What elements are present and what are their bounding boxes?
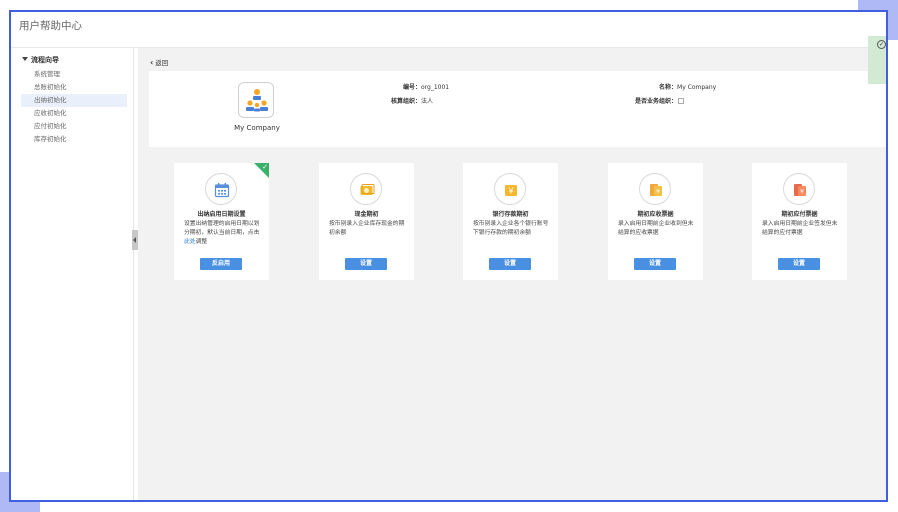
card-title: 现金期初 <box>354 211 379 218</box>
org-name-field: 名称：My Company <box>659 84 717 91</box>
card-title: 期初应收票据 <box>637 211 674 218</box>
sidebar-header-label: 流程向导 <box>31 56 59 64</box>
sidebar-item-inventory-init[interactable]: 库存初始化 <box>21 133 127 146</box>
card-title: 期初应付票据 <box>781 211 818 218</box>
svg-text:¥: ¥ <box>800 189 804 196</box>
svg-text:¥: ¥ <box>508 187 513 196</box>
bank-deposit-icon: ¥ <box>494 173 526 205</box>
check-circle-icon: ✓ <box>877 40 886 49</box>
cash-icon <box>350 173 382 205</box>
title-bar: 用户帮助中心 <box>11 12 886 48</box>
card-cash-opening: 现金期初 按币别录入企业库存现金的期初余额 设置 <box>319 163 414 280</box>
sidebar-item-cashier-init[interactable]: 出纳初始化 <box>21 94 127 107</box>
company-name: My Company <box>234 124 280 132</box>
accounting-org-field: 核算组织：法人 <box>391 98 434 105</box>
card-cashier-start-date: ✓ 出纳启用日期设置 设置出纳管理的启用日期以划分期初，默认当前日期，点击此处调… <box>174 163 269 280</box>
adjust-date-link[interactable]: 此处 <box>184 239 196 245</box>
org-code-field: 编号：org_1001 <box>403 84 450 91</box>
card-payable-bills: ¥ 期初应付票据 录入启用日期前企业签发但未结算的应付票据 设置 <box>752 163 847 280</box>
back-link[interactable]: ‹ 返回 <box>150 57 168 67</box>
back-label: 返回 <box>155 59 169 67</box>
check-icon: ✓ <box>262 163 268 171</box>
settings-button[interactable]: 设置 <box>778 258 820 270</box>
card-description: 按币别录入企业各个银行账号下银行存款的期初余额 <box>473 221 549 236</box>
app-window: 用户帮助中心 流程向导 系统管理 总账初始化 出纳初始化 应收初始化 应付初始化… <box>9 10 888 502</box>
payable-bill-icon: ¥ <box>783 173 815 205</box>
sidebar-header[interactable]: 流程向导 <box>22 55 59 65</box>
card-description: 设置出纳管理的启用日期以划分期初，默认当前日期，点击此处调整 <box>184 221 260 245</box>
svg-text:¥: ¥ <box>656 189 660 196</box>
business-org-checkbox[interactable] <box>678 98 685 104</box>
settings-button[interactable]: 设置 <box>489 258 531 270</box>
card-receivable-bills: ¥ 期初应收票据 录入启用日期前企业收到但未结算的应收票据 设置 <box>608 163 703 280</box>
disable-button[interactable]: 反启用 <box>200 258 242 270</box>
card-title: 银行存款期初 <box>492 211 529 218</box>
sidebar: 流程向导 系统管理 总账初始化 出纳初始化 应收初始化 应付初始化 库存初始化 <box>16 48 134 500</box>
card-title: 出纳启用日期设置 <box>197 211 246 218</box>
card-description: 录入启用日期前企业签发但未结算的应付票据 <box>762 221 838 236</box>
card-description: 录入启用日期前企业收到但未结算的应收票据 <box>618 221 694 236</box>
main-content: ‹ 返回 My Company 编号：org_1001 核算组织：法人 名称：M… <box>138 48 886 500</box>
organization-avatar-icon <box>238 82 274 118</box>
settings-button[interactable]: 设置 <box>634 258 676 270</box>
card-description: 按币别录入企业库存现金的期初余额 <box>329 221 405 236</box>
sidebar-item-ledger-init[interactable]: 总账初始化 <box>21 81 127 94</box>
settings-button[interactable]: 设置 <box>345 258 387 270</box>
chevron-left-icon: ‹ <box>150 58 154 67</box>
receivable-bill-icon: ¥ <box>639 173 671 205</box>
sidebar-item-system[interactable]: 系统管理 <box>21 68 127 81</box>
card-bank-deposit-opening: ¥ 银行存款期初 按币别录入企业各个银行账号下银行存款的期初余额 设置 <box>463 163 558 280</box>
floating-status-panel[interactable]: ✓ <box>868 36 886 84</box>
calendar-icon <box>205 173 237 205</box>
sidebar-item-receivable-init[interactable]: 应收初始化 <box>21 107 127 120</box>
window-title: 用户帮助中心 <box>19 20 82 32</box>
sidebar-item-payable-init[interactable]: 应付初始化 <box>21 120 127 133</box>
chevron-left-icon <box>133 237 136 243</box>
business-org-field: 是否业务组织： <box>635 96 685 105</box>
company-info-card: My Company 编号：org_1001 核算组织：法人 名称：My Com… <box>149 71 886 147</box>
caret-down-icon <box>22 57 28 61</box>
